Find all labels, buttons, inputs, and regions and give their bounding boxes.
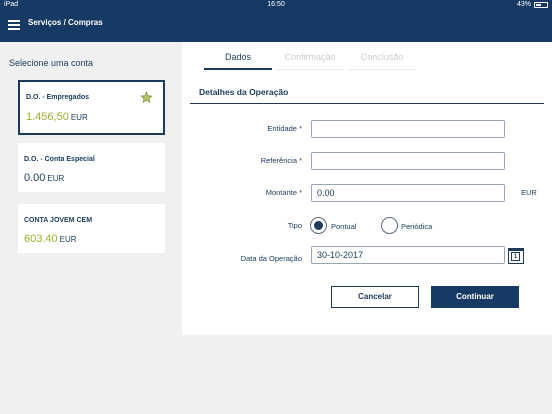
account-balance: 0.00 EUR (24, 172, 64, 184)
calendar-icon[interactable]: 1 (508, 248, 524, 264)
radio-pontual-label: Pontual (331, 222, 357, 231)
menu-icon[interactable] (8, 20, 20, 30)
account-currency: EUR (70, 113, 88, 122)
section-divider (190, 103, 544, 104)
account-name: CONTA JOVEM CEM (24, 217, 93, 224)
account-balance: 603.40 EUR (24, 233, 77, 245)
radio-periodica[interactable] (381, 217, 398, 234)
referencia-label: Referência * (260, 156, 302, 165)
navigation-bar: Serviços / Compras (0, 12, 552, 42)
status-right: 43% (517, 1, 548, 8)
favorite-star-icon[interactable] (140, 91, 153, 104)
account-card-conta-especial[interactable]: D.O. - Conta Especial 0.00 EUR (18, 143, 165, 192)
section-title: Detalhes da Operação (199, 87, 289, 97)
account-card-empregados[interactable]: D.O. - Empregados 1.456,50 EUR (18, 80, 165, 135)
account-name: D.O. - Empregados (26, 94, 90, 101)
entidade-label: Entidade * (267, 124, 302, 133)
referencia-input[interactable] (311, 152, 505, 170)
page-title: Serviços / Compras (28, 18, 103, 27)
status-bar: iPad 16:50 43% (0, 0, 552, 12)
tab-dados[interactable]: Dados (204, 52, 272, 70)
account-amount: 1.456,50 (26, 111, 69, 123)
continue-button[interactable]: Continuar (431, 286, 519, 308)
select-account-label: Selecione uma conta (9, 58, 94, 68)
account-name: D.O. - Conta Especial (24, 156, 95, 163)
cancel-button[interactable]: Cancelar (331, 286, 419, 308)
step-tabs: Dados Confirmação Conclusão (204, 52, 416, 70)
account-amount: 603.40 (24, 233, 58, 245)
account-currency: EUR (59, 235, 77, 244)
montante-input[interactable] (311, 184, 505, 202)
tab-confirmacao[interactable]: Confirmação (276, 52, 344, 70)
battery-percent: 43% (516, 1, 531, 8)
entidade-input[interactable] (311, 120, 505, 138)
battery-icon (534, 1, 548, 8)
calendar-day: 1 (511, 252, 520, 261)
data-operacao-input[interactable] (311, 246, 505, 264)
account-card-conta-jovem[interactable]: CONTA JOVEM CEM 603.40 EUR (18, 204, 165, 253)
data-operacao-label: Data da Operação (240, 254, 302, 263)
radio-pontual[interactable] (310, 217, 327, 234)
tab-conclusao[interactable]: Conclusão (348, 52, 416, 70)
montante-label: Montante * (265, 188, 302, 197)
account-amount: 0.00 (24, 172, 46, 184)
tipo-label: Tipo (287, 221, 302, 230)
account-balance: 1.456,50 EUR (26, 111, 88, 123)
operation-form-panel: Dados Confirmação Conclusão Detalhes da … (182, 42, 552, 335)
clock: 16:50 (267, 1, 285, 8)
account-currency: EUR (47, 174, 65, 183)
radio-periodica-label: Periódica (401, 222, 433, 231)
account-list-panel: Selecione uma conta D.O. - Empregados 1.… (0, 42, 182, 414)
montante-currency: EUR (521, 188, 537, 197)
